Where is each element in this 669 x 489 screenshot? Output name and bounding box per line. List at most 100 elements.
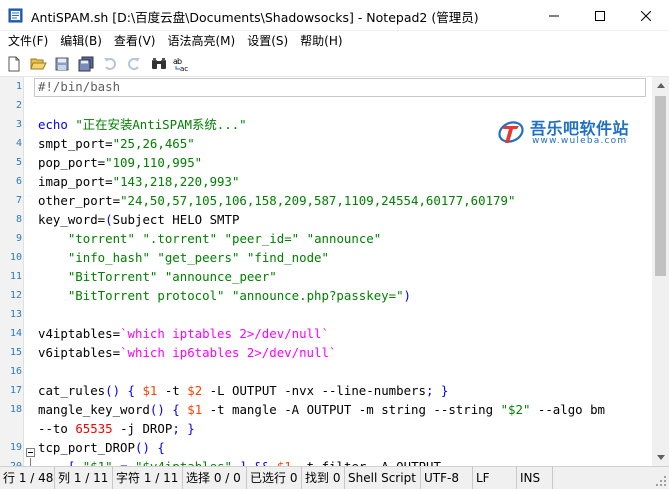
open-button[interactable]: [29, 55, 47, 73]
line-number: 4: [15, 138, 22, 149]
menu-help[interactable]: 帮助(H): [294, 31, 348, 51]
title-bar: AntiSPAM.sh [D:\百度云盘\Documents\Shadowsoc…: [0, 0, 669, 31]
new-file-button[interactable]: [5, 55, 23, 73]
code-line: cat_rules() { $1 -t $2 -L OUTPUT -nvx --…: [38, 381, 448, 400]
status-encoding[interactable]: UTF-8: [421, 466, 473, 489]
status-column: 列 1 / 11: [55, 466, 113, 489]
watermark: 吾乐吧软件站 www.wuleba.com: [497, 115, 647, 151]
code-token: "get_peers": [157, 250, 240, 265]
line-number: 5: [15, 157, 22, 168]
code-token: "24,50,57,105,106,158,209,587,1109,24554…: [120, 193, 516, 208]
line-number: 1: [15, 81, 22, 92]
menu-settings[interactable]: 设置(S): [241, 31, 294, 51]
code-token: ".torrent": [142, 231, 218, 246]
undo-icon: [104, 58, 116, 70]
code-token: #!/bin/bash: [38, 79, 121, 94]
code-token: (): [149, 402, 165, 417]
scroll-down-button[interactable]: [652, 449, 669, 466]
window-title: AntiSPAM.sh [D:\百度云盘\Documents\Shadowsoc…: [31, 10, 479, 25]
undo-button[interactable]: [101, 55, 119, 73]
code-token: v4iptables=: [38, 326, 121, 341]
code-token: "peer_id=": [224, 231, 300, 246]
line-number: 20: [0, 457, 22, 466]
code-line: v6iptables=`which ip6tables 2>/dev/null`: [38, 343, 336, 362]
code-token: "BitTorrent protocol": [67, 288, 225, 303]
line-number: 6: [15, 176, 22, 187]
replace-icon: a b ac: [173, 57, 188, 72]
save-button[interactable]: [53, 55, 71, 73]
code-line: --to 65535 -j DROP; }: [38, 419, 195, 438]
resize-grip-icon[interactable]: [655, 475, 667, 487]
status-eol[interactable]: LF: [473, 466, 517, 489]
code-line: [ "$1" = "$v4iptables" ] && $1 -t filter…: [38, 457, 441, 466]
code-token: smpt_port=: [38, 136, 113, 151]
scroll-thumb[interactable]: [655, 96, 666, 276]
fold-margin[interactable]: [24, 77, 33, 466]
svg-text:ac: ac: [180, 65, 188, 72]
code-token: (: [105, 212, 113, 227]
close-icon: [641, 10, 651, 21]
menu-syntax[interactable]: 语法高亮(M): [161, 31, 241, 51]
code-token: -j DROP: [112, 421, 173, 436]
code-token: "109,110,995": [105, 155, 203, 170]
code-token: "announce": [306, 231, 382, 246]
menu-view[interactable]: 查看(V): [108, 31, 162, 51]
notepad2-app-icon[interactable]: [8, 8, 23, 23]
code-token: "BitTorrent": [67, 269, 158, 284]
code-line: tcp_port_DROP() {: [38, 438, 165, 457]
code-token: $1: [277, 459, 292, 466]
code-token: "announce.php?passkey=": [231, 288, 404, 303]
menu-edit[interactable]: 编辑(B): [54, 31, 108, 51]
code-token: {: [127, 383, 135, 398]
line-number: 2: [15, 100, 22, 111]
toolbar: a b ac: [0, 51, 669, 77]
redo-button[interactable]: [125, 55, 143, 73]
replace-button[interactable]: a b ac: [173, 55, 191, 73]
fold-guide: [30, 458, 31, 466]
find-button[interactable]: [150, 55, 168, 73]
code-token: pop_port=: [38, 155, 106, 170]
code-token: {: [172, 402, 180, 417]
code-token: "143,218,220,993": [112, 174, 240, 189]
code-token: =: [120, 459, 127, 466]
code-token: -t filter -A OUTPUT: [292, 459, 441, 466]
code-token: (): [134, 440, 150, 455]
line-number: 17: [9, 385, 22, 396]
code-token: other_port=: [38, 193, 121, 208]
maximize-button[interactable]: [577, 0, 623, 31]
watermark-url: www.wuleba.com: [532, 136, 628, 146]
status-line: 行 1 / 48: [0, 466, 55, 489]
wuleba-logo-icon: [498, 121, 524, 143]
chevron-up-icon: [656, 83, 665, 88]
save-all-icon: [78, 56, 94, 72]
code-line: mangle_key_word() { $1 -t mangle -A OUTP…: [38, 400, 605, 419]
scroll-up-button[interactable]: [652, 77, 669, 94]
save-all-button[interactable]: [77, 55, 95, 73]
code-token: $2: [187, 383, 203, 398]
editor[interactable]: 1234567891011121314151617181920 #!/bin/b…: [0, 77, 652, 466]
code-token: Subject HELO SMTP: [112, 212, 240, 227]
fold-toggle-icon[interactable]: [26, 448, 35, 457]
status-found: 找到 0: [302, 466, 345, 489]
status-ins[interactable]: INS: [517, 466, 553, 489]
status-lexer[interactable]: Shell Script: [345, 466, 421, 489]
vertical-scrollbar[interactable]: [652, 77, 669, 466]
code-token: "info_hash": [67, 250, 150, 265]
close-button[interactable]: [623, 0, 669, 31]
code-token: cat_rules: [38, 383, 106, 398]
line-number-gutter: 1234567891011121314151617181920: [0, 77, 24, 466]
minimize-button[interactable]: [531, 0, 577, 31]
menu-file[interactable]: 文件(F): [2, 31, 54, 51]
status-bar: 行 1 / 48 列 1 / 11 字符 1 / 11 选择 0 / 0 已选行…: [0, 466, 669, 489]
line-number: 18: [9, 404, 22, 415]
line-number: 8: [15, 214, 22, 225]
code-token: &&: [254, 459, 269, 466]
code-token: key_word=: [38, 212, 106, 227]
